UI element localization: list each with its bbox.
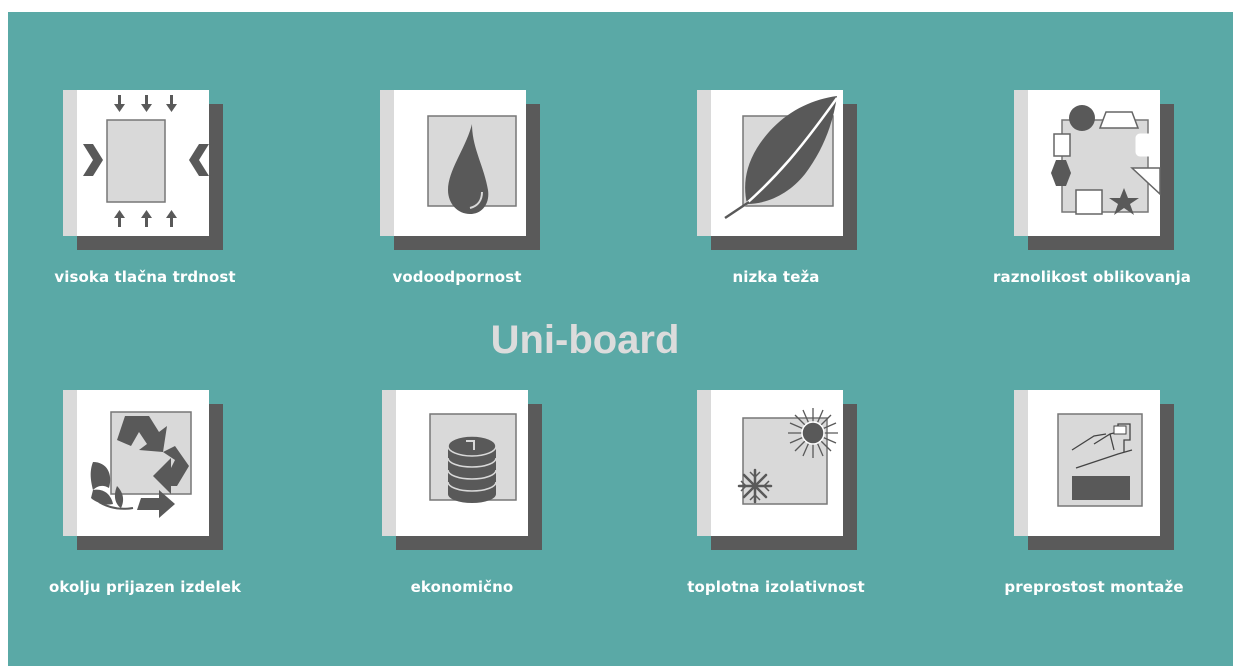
- installation-icon: [1057, 413, 1143, 507]
- tile-water: [380, 90, 540, 250]
- page-title: Uni-board: [490, 318, 680, 362]
- tile-coins: [382, 390, 542, 550]
- feature-label: raznolikost oblikovanja: [992, 268, 1192, 286]
- tile-shapes: [1014, 90, 1174, 250]
- shapes-icon: [1051, 105, 1161, 215]
- tile-recycle: [63, 390, 223, 550]
- feature-label: ekonomično: [410, 578, 514, 596]
- water-drop-icon: [427, 115, 517, 214]
- sun-snowflake-icon: [737, 408, 838, 505]
- feature-label: preprostost montaže: [1004, 578, 1184, 596]
- feature-label: vodoodpornost: [392, 268, 522, 286]
- tile-compression: [63, 90, 223, 250]
- feature-label: toplotna izolativnost: [687, 578, 865, 596]
- tile-installation: [1014, 390, 1174, 550]
- feature-label: visoka tlačna trdnost: [54, 268, 236, 286]
- tile-thermal: [697, 390, 857, 550]
- tile-feather: [697, 90, 857, 250]
- feature-label: nizka teža: [732, 268, 820, 286]
- feature-label: okolju prijazen izdelek: [48, 578, 242, 596]
- coins-icon: [429, 413, 517, 503]
